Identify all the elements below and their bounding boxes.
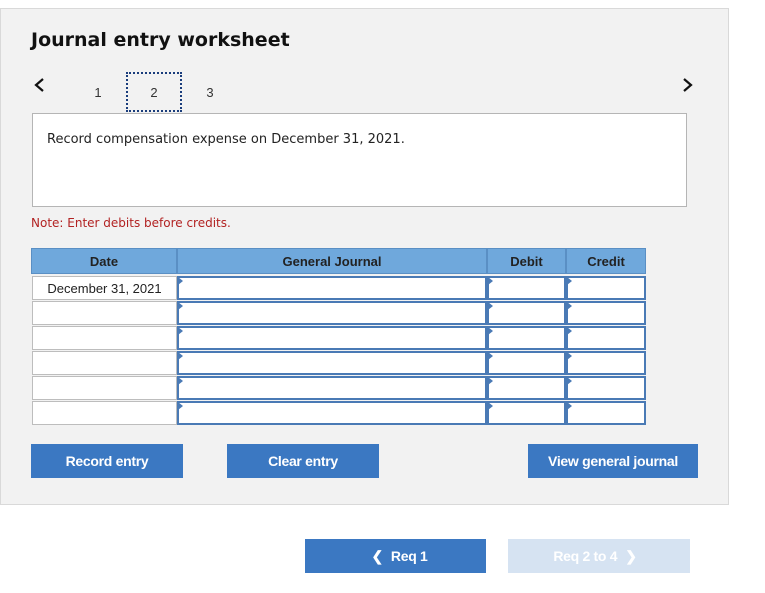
chevron-left-icon: ❮ <box>371 547 383 564</box>
dropdown-indicator-icon <box>567 402 572 410</box>
dropdown-indicator-icon <box>178 402 183 410</box>
note-text: Note: Enter debits before credits. <box>31 216 231 230</box>
dropdown-indicator-icon <box>178 302 183 310</box>
page-tab-3[interactable]: 3 <box>182 72 238 112</box>
next-requirement-button: Req 2 to 4 ❯ <box>508 539 690 573</box>
worksheet-title: Journal entry worksheet <box>31 29 290 51</box>
dropdown-indicator-icon <box>178 377 183 385</box>
general-journal-input[interactable] <box>177 301 487 325</box>
date-cell[interactable] <box>32 301 177 325</box>
general-journal-input[interactable] <box>177 376 487 400</box>
chevron-right-icon: ❯ <box>625 547 637 564</box>
dropdown-indicator-icon <box>488 352 493 360</box>
next-entry-arrow[interactable] <box>677 75 697 95</box>
date-cell: December 31, 2021 <box>32 276 177 300</box>
clear-entry-button[interactable]: Clear entry <box>227 444 379 478</box>
dropdown-indicator-icon <box>178 352 183 360</box>
dropdown-indicator-icon <box>488 327 493 335</box>
date-cell[interactable] <box>32 351 177 375</box>
date-cell[interactable] <box>32 326 177 350</box>
debit-input[interactable] <box>487 276 566 300</box>
dropdown-indicator-icon <box>567 352 572 360</box>
dropdown-indicator-icon <box>178 327 183 335</box>
date-cell[interactable] <box>32 401 177 425</box>
view-general-journal-button[interactable]: View general journal <box>528 444 698 478</box>
dropdown-indicator-icon <box>488 377 493 385</box>
dropdown-indicator-icon <box>488 277 493 285</box>
prev-requirement-button[interactable]: ❮ Req 1 <box>305 539 486 573</box>
dropdown-indicator-icon <box>567 327 572 335</box>
dropdown-indicator-icon <box>488 402 493 410</box>
debit-input[interactable] <box>487 401 566 425</box>
credit-input[interactable] <box>566 401 646 425</box>
dropdown-indicator-icon <box>567 302 572 310</box>
dropdown-indicator-icon <box>567 277 572 285</box>
header-credit: Credit <box>566 248 646 274</box>
header-date: Date <box>31 248 177 274</box>
chevron-left-icon <box>34 78 44 92</box>
general-journal-input[interactable] <box>177 326 487 350</box>
credit-input[interactable] <box>566 326 646 350</box>
dropdown-indicator-icon <box>178 277 183 285</box>
credit-input[interactable] <box>566 376 646 400</box>
debit-input[interactable] <box>487 376 566 400</box>
page-tab-2[interactable]: 2 <box>126 72 182 112</box>
credit-input[interactable] <box>566 276 646 300</box>
debit-input[interactable] <box>487 351 566 375</box>
credit-input[interactable] <box>566 301 646 325</box>
credit-input[interactable] <box>566 351 646 375</box>
chevron-right-icon <box>683 78 693 92</box>
debit-input[interactable] <box>487 301 566 325</box>
prev-entry-arrow[interactable] <box>30 75 50 95</box>
prev-requirement-label: Req 1 <box>390 548 428 564</box>
general-journal-input[interactable] <box>177 276 487 300</box>
page-tab-1[interactable]: 1 <box>70 72 126 112</box>
dropdown-indicator-icon <box>567 377 572 385</box>
record-entry-button[interactable]: Record entry <box>31 444 183 478</box>
date-cell[interactable] <box>32 376 177 400</box>
prompt-box: Record compensation expense on December … <box>32 113 687 207</box>
next-requirement-label: Req 2 to 4 <box>553 548 618 564</box>
general-journal-input[interactable] <box>177 351 487 375</box>
dropdown-indicator-icon <box>488 302 493 310</box>
header-general-journal: General Journal <box>177 248 487 274</box>
prompt-text: Record compensation expense on December … <box>47 132 405 147</box>
header-debit: Debit <box>487 248 566 274</box>
debit-input[interactable] <box>487 326 566 350</box>
general-journal-input[interactable] <box>177 401 487 425</box>
